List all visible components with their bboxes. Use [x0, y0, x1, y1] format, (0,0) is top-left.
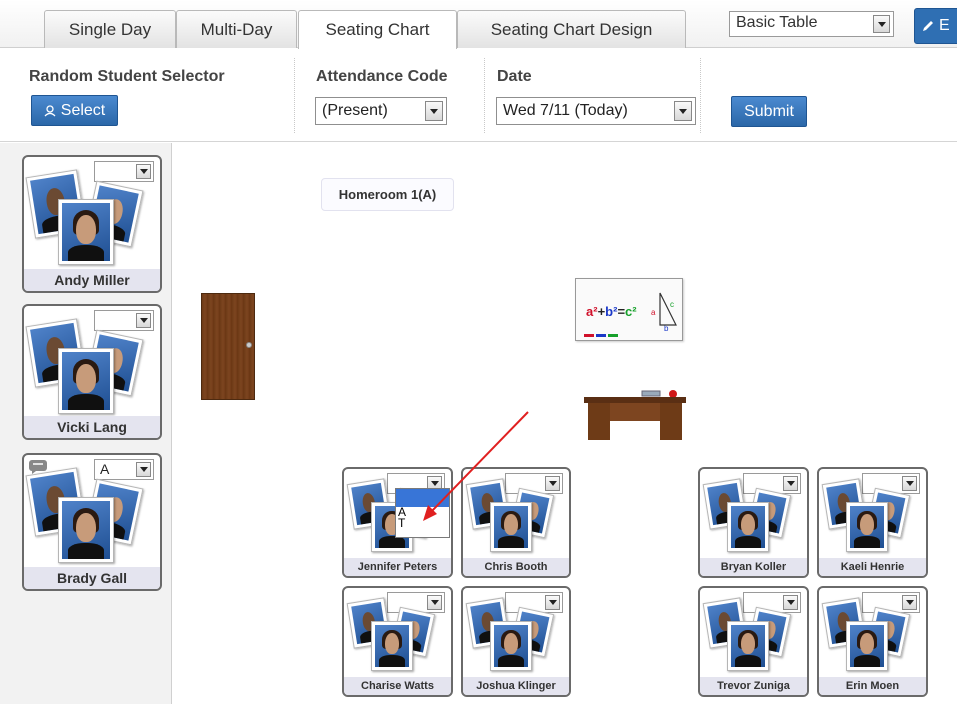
- divider: [484, 58, 485, 133]
- chevron-down-icon[interactable]: [902, 476, 917, 491]
- student-card-kaeli-henrie[interactable]: Kaeli Henrie: [817, 467, 928, 578]
- chevron-down-icon[interactable]: [674, 101, 692, 121]
- attendance-code-value: (Present): [322, 102, 388, 119]
- student-name: Kaeli Henrie: [819, 558, 926, 576]
- date-title: Date: [497, 68, 532, 85]
- student-name: Andy Miller: [24, 269, 160, 291]
- attendance-code-select[interactable]: [94, 161, 154, 182]
- chevron-down-icon[interactable]: [545, 476, 560, 491]
- date-select[interactable]: Wed 7/11 (Today): [496, 97, 696, 125]
- student-card-andy-miller[interactable]: Andy Miller: [22, 155, 162, 293]
- chevron-down-icon[interactable]: [427, 595, 442, 610]
- date-value: Wed 7/11 (Today): [503, 102, 628, 119]
- student-name: Jennifer Peters: [344, 558, 451, 576]
- edit-button-label: E: [939, 17, 950, 34]
- triangle-label-a: a: [651, 308, 656, 317]
- tab-seating-chart-design[interactable]: Seating Chart Design: [457, 10, 686, 48]
- student-name: Chris Booth: [463, 558, 569, 576]
- edit-button[interactable]: E: [914, 8, 957, 44]
- attendance-code-select[interactable]: [94, 310, 154, 331]
- divider: [700, 58, 701, 133]
- pencil-icon: [923, 21, 933, 31]
- submit-button[interactable]: Submit: [731, 96, 807, 127]
- select-button[interactable]: Select: [31, 95, 118, 126]
- teacher-desk: [584, 390, 686, 440]
- submit-button-label: Submit: [744, 102, 794, 120]
- chevron-down-icon[interactable]: [783, 595, 798, 610]
- student-name: Charise Watts: [344, 677, 451, 695]
- tab-label: Seating Chart: [325, 20, 430, 39]
- whiteboard-equation: a²+b²=c²: [586, 304, 637, 319]
- room-label: Homeroom 1(A): [321, 178, 454, 211]
- tab-label: Multi-Day: [200, 19, 273, 39]
- triangle-label-c: c: [670, 300, 674, 309]
- tab-bar: Single Day Multi-Day Seating Chart Seati…: [0, 0, 957, 49]
- chevron-down-icon[interactable]: [873, 15, 890, 33]
- view-select[interactable]: Basic Table: [729, 11, 894, 37]
- student-card-erin-moen[interactable]: Erin Moen: [817, 586, 928, 697]
- tab-seating-chart[interactable]: Seating Chart: [298, 10, 457, 49]
- student-name: Vicki Lang: [24, 416, 160, 438]
- desk-drawing: [584, 390, 686, 440]
- random-selector-title: Random Student Selector: [29, 68, 225, 85]
- tab-single-day[interactable]: Single Day: [44, 10, 176, 48]
- view-select-value: Basic Table: [736, 14, 818, 31]
- student-name: Joshua Klinger: [463, 677, 569, 695]
- attendance-code-title: Attendance Code: [316, 68, 448, 85]
- student-card-brady-gall[interactable]: A Brady Gall: [22, 453, 162, 591]
- chevron-down-icon[interactable]: [136, 313, 151, 328]
- student-card-bryan-koller[interactable]: Bryan Koller: [698, 467, 809, 578]
- chevron-down-icon[interactable]: [545, 595, 560, 610]
- student-name: Trevor Zuniga: [700, 677, 807, 695]
- chevron-down-icon[interactable]: [902, 595, 917, 610]
- tab-multi-day[interactable]: Multi-Day: [176, 10, 297, 48]
- student-card-vicki-lang[interactable]: Vicki Lang: [22, 304, 162, 440]
- attendance-toolbar: Random Student Selector Select Attendanc…: [0, 48, 957, 142]
- whiteboard: a²+b²=c² a c b: [575, 278, 683, 341]
- chevron-down-icon[interactable]: [425, 101, 443, 121]
- student-name: Brady Gall: [24, 567, 160, 589]
- chevron-down-icon[interactable]: [136, 164, 151, 179]
- student-name: Erin Moen: [819, 677, 926, 695]
- code-value: A: [100, 461, 110, 477]
- tab-label: Single Day: [68, 19, 152, 39]
- tab-label: Seating Chart Design: [490, 19, 653, 39]
- chevron-down-icon[interactable]: [136, 462, 151, 477]
- student-photo: [58, 199, 114, 265]
- door: [201, 293, 255, 400]
- student-photo: [58, 348, 114, 414]
- select-button-label: Select: [60, 101, 106, 119]
- attendance-code-select[interactable]: (Present): [315, 97, 447, 125]
- person-icon: [44, 104, 56, 116]
- chevron-down-icon[interactable]: [783, 476, 798, 491]
- annotation-arrow: [423, 411, 529, 521]
- student-name: Bryan Koller: [700, 558, 807, 576]
- student-card-joshua-klinger[interactable]: Joshua Klinger: [461, 586, 571, 697]
- divider: [294, 58, 295, 133]
- door-knob: [246, 342, 252, 348]
- room-label-text: Homeroom 1(A): [338, 187, 437, 202]
- whiteboard-drawing: a²+b²=c² a c b: [584, 292, 677, 337]
- student-photo: [58, 497, 114, 563]
- student-card-trevor-zuniga[interactable]: Trevor Zuniga: [698, 586, 809, 697]
- student-card-charise-watts[interactable]: Charise Watts: [342, 586, 453, 697]
- attendance-code-select[interactable]: A: [94, 459, 154, 480]
